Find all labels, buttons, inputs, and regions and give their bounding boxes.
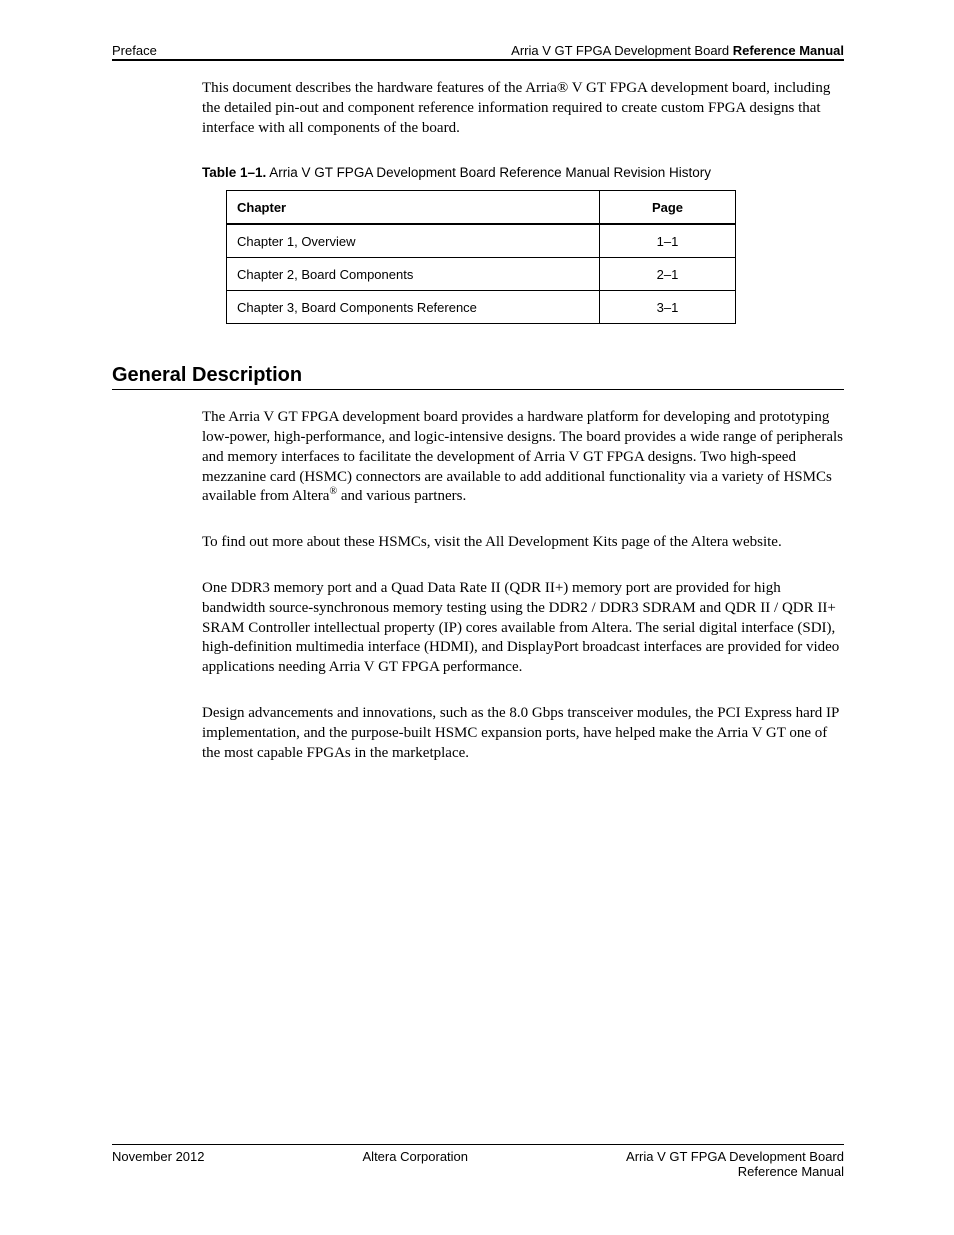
section-paragraph-3: Design advancements and innovations, suc… bbox=[202, 704, 844, 763]
footer-center: Altera Corporation bbox=[363, 1149, 469, 1179]
header-rule bbox=[112, 59, 844, 61]
section-heading: General Description bbox=[112, 364, 844, 387]
table-caption: Table 1–1. Arria V GT FPGA Development B… bbox=[202, 164, 844, 182]
footer-left: November 2012 bbox=[112, 1149, 205, 1179]
section-rule bbox=[112, 389, 844, 390]
table-header-row: Chapter Page bbox=[227, 191, 736, 225]
cell-page: 1–1 bbox=[600, 224, 736, 258]
cell-chapter: Chapter 1, Overview bbox=[227, 224, 600, 258]
col-chapter-header: Chapter bbox=[227, 191, 600, 225]
running-header: Preface Arria V GT FPGA Development Boar… bbox=[112, 43, 844, 58]
intro-paragraph: This document describes the hardware fea… bbox=[202, 79, 844, 138]
col-page-header: Page bbox=[600, 191, 736, 225]
footer-right: Arria V GT FPGA Development Board Refere… bbox=[626, 1149, 844, 1179]
revision-history-table: Chapter Page Chapter 1, Overview 1–1 Cha… bbox=[226, 190, 736, 324]
section-paragraph-2: One DDR3 memory port and a Quad Data Rat… bbox=[202, 579, 844, 678]
table-row: Chapter 3, Board Components Reference 3–… bbox=[227, 291, 736, 324]
header-left: Preface bbox=[112, 43, 157, 58]
cell-chapter: Chapter 3, Board Components Reference bbox=[227, 291, 600, 324]
header-right: Arria V GT FPGA Development Board Refere… bbox=[511, 43, 844, 58]
section-paragraph-1: The Arria V GT FPGA development board pr… bbox=[202, 408, 844, 507]
cell-page: 2–1 bbox=[600, 258, 736, 291]
footer-rule bbox=[112, 1144, 844, 1145]
cell-page: 3–1 bbox=[600, 291, 736, 324]
link-note: To find out more about these HSMCs, visi… bbox=[202, 533, 844, 553]
page-footer: November 2012 Altera Corporation Arria V… bbox=[112, 1144, 844, 1179]
cell-chapter: Chapter 2, Board Components bbox=[227, 258, 600, 291]
table-row: Chapter 2, Board Components 2–1 bbox=[227, 258, 736, 291]
table-row: Chapter 1, Overview 1–1 bbox=[227, 224, 736, 258]
